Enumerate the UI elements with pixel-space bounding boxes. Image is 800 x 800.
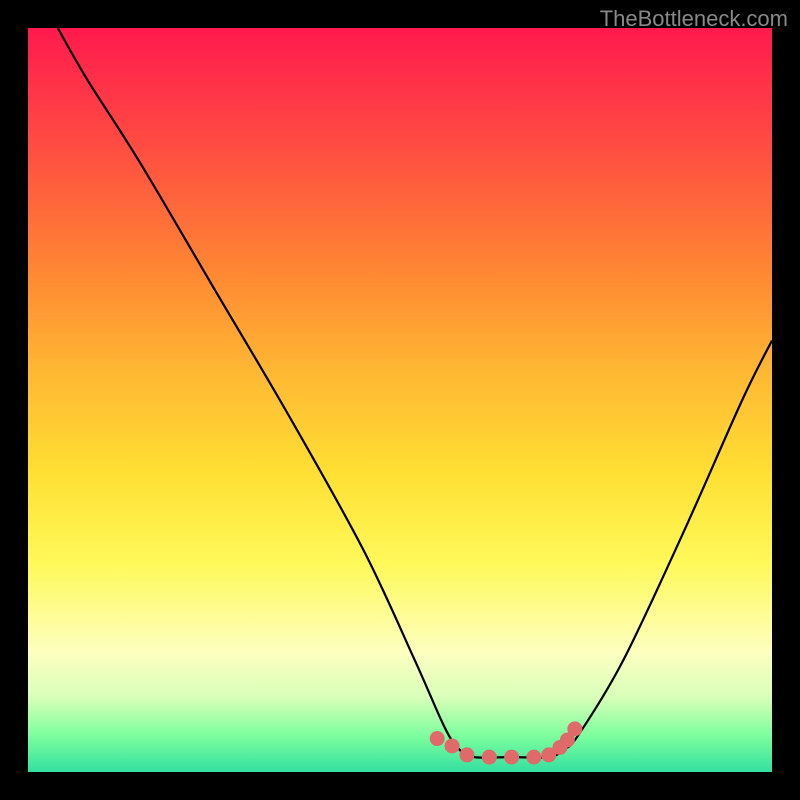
optimal-range-markers bbox=[430, 721, 583, 764]
bottleneck-chart-svg bbox=[28, 28, 772, 772]
marker-dot bbox=[504, 750, 519, 765]
marker-dot bbox=[459, 747, 474, 762]
bottleneck-curve-path bbox=[58, 28, 772, 758]
chart-plot-area bbox=[28, 28, 772, 772]
marker-dot bbox=[445, 738, 460, 753]
watermark-text: TheBottleneck.com bbox=[600, 6, 788, 32]
marker-dot bbox=[567, 721, 582, 736]
marker-dot bbox=[482, 750, 497, 765]
marker-dot bbox=[526, 750, 541, 765]
marker-dot bbox=[430, 731, 445, 746]
